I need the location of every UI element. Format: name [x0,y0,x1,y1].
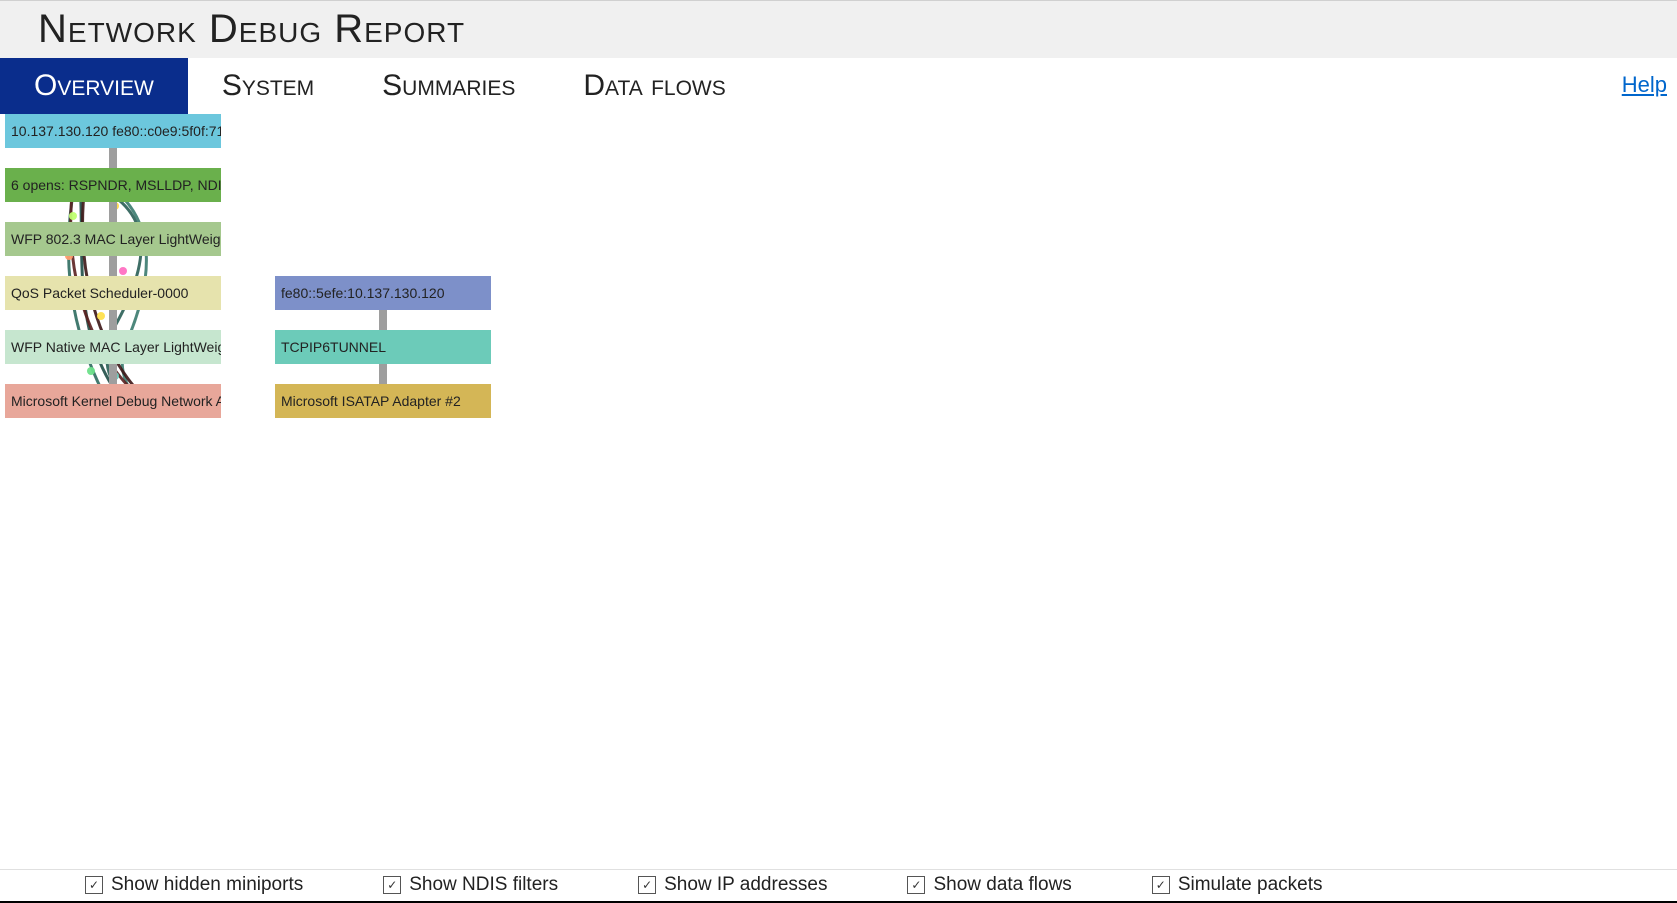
network-node[interactable]: Microsoft Kernel Debug Network Ad [5,384,221,418]
page-title: Network Debug Report [38,7,465,51]
footer-options: Show hidden miniports Show NDIS filters Sh… [0,869,1677,903]
network-node[interactable]: 6 opens: RSPNDR, MSLLDP, NDISUIO [5,168,221,202]
checkbox-ip-addresses[interactable]: Show IP addresses [638,874,827,896]
connector [109,148,117,168]
tab-overview[interactable]: Overview [0,58,188,114]
checkbox-data-flows[interactable]: Show data flows [907,874,1071,896]
title-bar: Network Debug Report [0,0,1677,58]
tab-summaries[interactable]: Summaries [348,58,549,114]
connector [379,364,387,384]
network-node[interactable]: Microsoft ISATAP Adapter #2 [275,384,491,418]
connector [379,310,387,330]
checkbox-ndis-filters[interactable]: Show NDIS filters [383,874,558,896]
checkbox-label: Show IP addresses [664,874,827,896]
checkbox-label: Show data flows [933,874,1071,896]
tab-dataflows[interactable]: Data flows [549,58,759,114]
checkbox-hidden-miniports[interactable]: Show hidden miniports [85,874,303,896]
checkmark-icon [85,876,103,894]
checkmark-icon [383,876,401,894]
checkbox-label: Simulate packets [1178,874,1323,896]
connector [109,310,117,330]
tab-system[interactable]: System [188,58,348,114]
checkbox-label: Show NDIS filters [409,874,558,896]
tab-row: Overview System Summaries Data flows Hel… [0,58,1677,114]
checkbox-simulate-packets[interactable]: Simulate packets [1152,874,1323,896]
network-node[interactable]: TCPIP6TUNNEL [275,330,491,364]
checkmark-icon [638,876,656,894]
connector [109,202,117,222]
checkmark-icon [1152,876,1170,894]
network-node[interactable]: 10.137.130.120 fe80::c0e9:5f0f:71dd:9 [5,114,221,148]
connector [109,256,117,276]
connector [109,364,117,384]
network-node[interactable]: WFP 802.3 MAC Layer LightWeight Fi [5,222,221,256]
network-node[interactable]: WFP Native MAC Layer LightWeight [5,330,221,364]
network-node[interactable]: QoS Packet Scheduler-0000 [5,276,221,310]
checkbox-label: Show hidden miniports [111,874,303,896]
network-node[interactable]: fe80::5efe:10.137.130.120 [275,276,491,310]
checkmark-icon [907,876,925,894]
help-link[interactable]: Help [1622,72,1667,98]
